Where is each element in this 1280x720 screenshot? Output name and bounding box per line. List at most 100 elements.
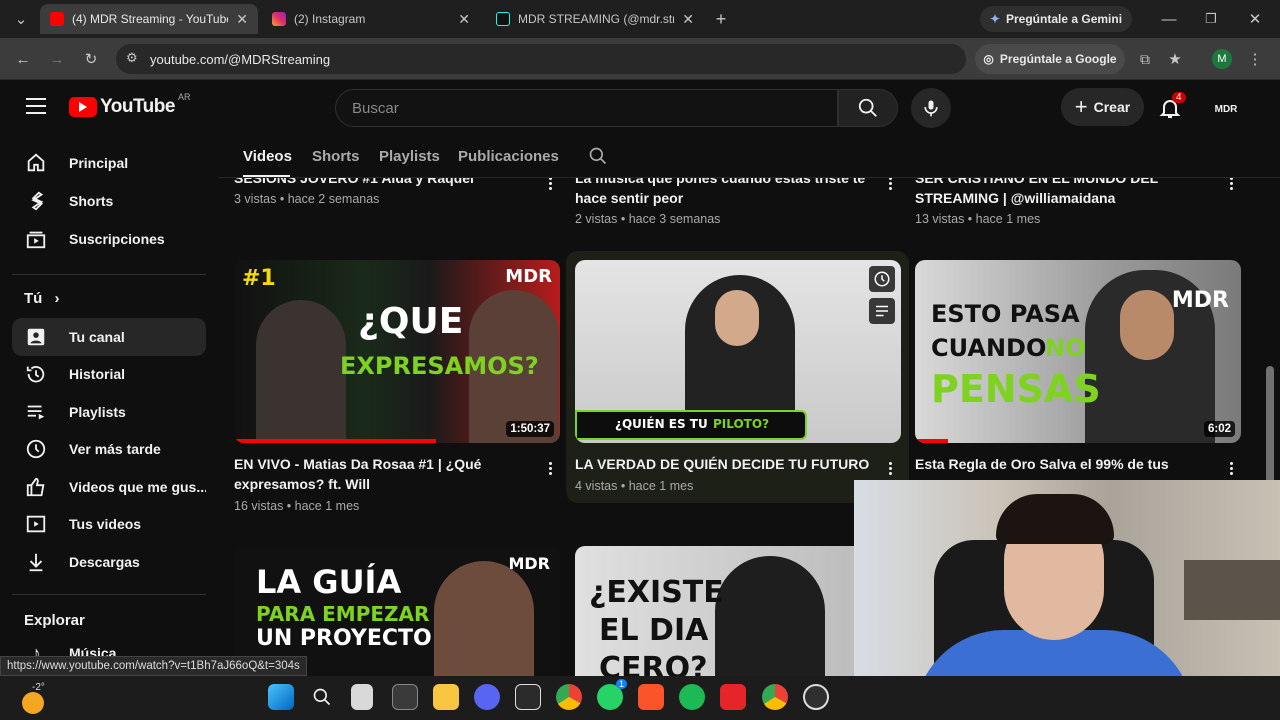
reload-button[interactable]: ↻ [80,48,102,70]
tab-title: (2) Instagram [294,12,366,26]
voice-search-button[interactable] [911,88,951,128]
like-icon [24,475,48,499]
search-input[interactable]: Buscar [335,89,838,127]
thumbnail-headline: LA GUÍA [256,563,402,601]
sidebar-item-tu-canal[interactable]: Tu canal [12,318,206,356]
sidebar: Principal Shorts Suscripciones Tú › Tu c… [0,136,218,676]
browser-tab-tiktok[interactable]: MDR STREAMING (@mdr.strea ✕ [486,4,704,34]
search-icon[interactable] [309,684,335,710]
video-title[interactable]: LA VERDAD DE QUIÉN DECIDE TU FUTURO [575,454,869,474]
sidebar-divider [12,594,206,595]
profile-avatar[interactable]: M [1212,49,1232,69]
country-code: AR [177,92,191,102]
discord-icon[interactable] [474,684,500,710]
sidebar-item-playlists[interactable]: Playlists [12,393,206,431]
chrome-icon[interactable] [556,684,582,710]
tab-videos[interactable]: Videos [243,148,292,165]
app-icon[interactable] [515,684,541,710]
more-options-icon[interactable] [880,458,900,478]
instagram-icon [272,12,286,26]
close-window-button[interactable]: ✕ [1244,8,1266,30]
folder-icon[interactable] [433,684,459,710]
back-button[interactable]: ← [12,48,34,70]
video-meta: 13 vistas • hace 1 mes [915,212,1041,226]
browser-tab-youtube[interactable]: (4) MDR Streaming - YouTube ✕ [40,4,258,34]
you-section-header[interactable]: Tú › [24,290,60,307]
youtube-logo[interactable]: YouTube AR [69,92,190,118]
forward-button[interactable]: → [46,48,68,70]
youtube-play-icon [69,97,97,117]
tab-publicaciones[interactable]: Publicaciones [458,148,559,165]
create-button[interactable]: + Crear [1061,88,1144,126]
wps-icon[interactable] [720,684,746,710]
chrome-alt-icon[interactable] [762,684,788,710]
minimize-button[interactable]: — [1158,8,1180,30]
file-icon[interactable] [351,684,373,710]
browser-tab-instagram[interactable]: (2) Instagram ✕ [262,4,480,34]
sidebar-item-principal[interactable]: Principal [12,144,206,182]
sidebar-item-suscripciones[interactable]: Suscripciones [12,220,206,258]
video-thumbnail[interactable]: ¿EXISTE EL DIA CERO? [575,546,855,676]
sidebar-item-liked-videos[interactable]: Videos que me gus... [12,468,206,506]
maximize-button[interactable]: ❐ [1200,8,1222,30]
sidebar-item-shorts[interactable]: Shorts [12,182,206,220]
watch-later-icon[interactable] [869,266,895,292]
add-to-queue-icon[interactable] [869,298,895,324]
video-thumbnail[interactable]: #1 MDR ¿QUE EXPRESAMOS? 1:50:37 [234,260,560,443]
more-options-icon[interactable] [540,458,560,478]
menu-icon[interactable] [26,98,46,114]
video-title[interactable]: hace sentir peor [575,188,683,208]
obs-icon[interactable] [803,684,829,710]
video-thumbnail[interactable]: ¿QUIÉN ES TU PILOTO? [575,260,901,443]
search-icon [858,98,877,117]
site-info-icon[interactable]: ⚙ [126,50,138,66]
notifications-button[interactable]: 4 [1158,92,1186,122]
search-button[interactable] [838,89,898,127]
spotify-icon[interactable] [679,684,705,710]
video-title[interactable]: STREAMING | @williamaidana [915,188,1115,208]
close-icon[interactable]: ✕ [682,11,694,28]
gemini-label: Pregúntale a Gemini [1006,12,1123,26]
avatar[interactable]: MDR [1210,93,1242,125]
sidebar-item-historial[interactable]: Historial [12,355,206,393]
weather-widget[interactable]: -2° [20,682,50,714]
search-placeholder: Buscar [352,99,399,117]
sidebar-item-descargas[interactable]: Descargas [12,543,206,581]
new-tab-button[interactable]: + [710,8,732,30]
tab-shorts[interactable]: Shorts [312,148,360,165]
video-title[interactable]: Esta Regla de Oro Salva el 99% de tus [915,454,1169,474]
search-icon[interactable] [588,146,608,166]
tab-list-button[interactable]: ⌄ [10,8,32,30]
sidebar-item-ver-mas-tarde[interactable]: Ver más tarde [12,430,206,468]
whatsapp-icon[interactable]: 1 [597,679,627,710]
home-icon [24,151,48,175]
thumbnail-headline: CERO? [599,651,708,677]
create-label: Crear [1093,99,1131,115]
thumbnail-brand: MDR [508,554,550,573]
cast-icon[interactable]: ⧉ [1134,48,1156,70]
thumbnail-headline: ESTO PASA [931,300,1080,328]
thumbnail-badge: #1 [242,266,276,291]
video-duration: 1:50:37 [506,421,554,437]
video-title[interactable]: expresamos? ft. Will [234,474,370,494]
close-icon[interactable]: ✕ [236,11,248,28]
close-icon[interactable]: ✕ [458,11,470,28]
video-meta: 2 vistas • hace 3 semanas [575,212,721,226]
weather-temperature: -2° [32,682,45,693]
person-face [1120,290,1174,360]
windows-icon[interactable] [268,684,294,710]
brave-icon[interactable] [638,684,664,710]
ask-google-button[interactable]: ◎ Pregúntale a Google [975,44,1125,74]
ask-gemini-button[interactable]: ✦ Pregúntale a Gemini [980,6,1132,32]
browser-menu-icon[interactable]: ⋮ [1244,48,1266,70]
tab-playlists[interactable]: Playlists [379,148,440,165]
person-silhouette [715,556,825,676]
bookmark-star-icon[interactable]: ★ [1164,48,1186,70]
more-options-icon[interactable] [1221,458,1241,478]
calculator-icon[interactable] [392,684,418,710]
sidebar-item-tus-videos[interactable]: Tus videos [12,505,206,543]
video-title[interactable]: EN VIVO - Matias Da Rosaa #1 | ¿Qué [234,454,481,474]
playlists-icon [24,400,48,424]
video-thumbnail[interactable]: MDR ESTO PASA CUANDO NO PENSAS 6:02 [915,260,1241,443]
address-bar[interactable]: ⚙ youtube.com/@MDRStreaming [116,44,966,74]
